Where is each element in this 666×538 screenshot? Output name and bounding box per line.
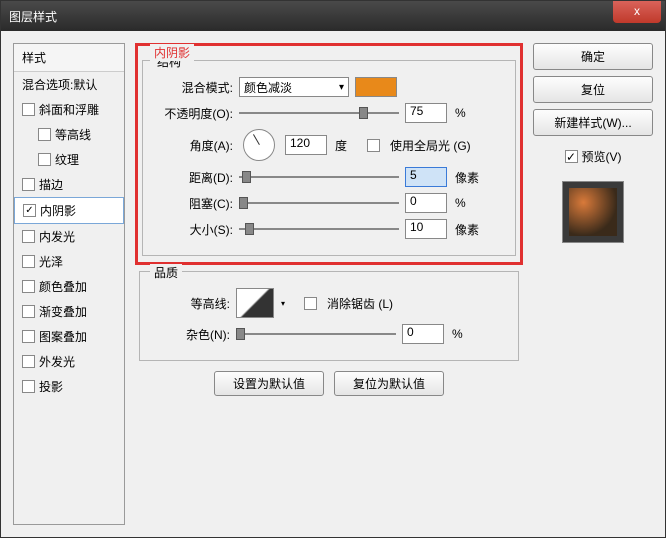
ok-button[interactable]: 确定: [533, 43, 653, 70]
angle-label: 角度(A):: [151, 137, 233, 154]
angle-dial[interactable]: [243, 129, 275, 161]
reset-default-button[interactable]: 复位为默认值: [334, 371, 444, 396]
chevron-down-icon: ▾: [339, 82, 344, 93]
distance-unit: 像素: [455, 169, 479, 186]
window-title: 图层样式: [9, 8, 657, 25]
checkbox[interactable]: [22, 255, 35, 268]
make-default-button[interactable]: 设置为默认值: [214, 371, 324, 396]
sidebar-item-bevel[interactable]: 斜面和浮雕: [14, 97, 124, 122]
contour-label: 等高线:: [148, 295, 230, 312]
titlebar: 图层样式 x: [1, 1, 665, 31]
checkbox[interactable]: [22, 280, 35, 293]
sidebar-item-inner-shadow[interactable]: ✓内阴影: [14, 197, 124, 224]
sidebar-blend-options[interactable]: 混合选项:默认: [14, 72, 124, 97]
sidebar-item-satin[interactable]: 光泽: [14, 249, 124, 274]
section-title: 内阴影: [150, 44, 194, 61]
distance-label: 距离(D):: [151, 169, 233, 186]
opacity-input[interactable]: 75: [405, 103, 447, 123]
new-style-button[interactable]: 新建样式(W)...: [533, 109, 653, 136]
angle-unit: 度: [335, 137, 347, 154]
checkbox[interactable]: [38, 128, 51, 141]
checkbox[interactable]: [22, 330, 35, 343]
noise-input[interactable]: 0: [402, 324, 444, 344]
color-swatch[interactable]: [355, 77, 397, 97]
distance-slider[interactable]: [239, 169, 399, 185]
preview-thumbnail: [562, 181, 624, 243]
antialias-checkbox[interactable]: [304, 297, 317, 310]
choke-input[interactable]: 0: [405, 193, 447, 213]
opacity-label: 不透明度(O):: [151, 105, 233, 122]
checkbox[interactable]: [22, 178, 35, 191]
choke-slider[interactable]: [239, 195, 399, 211]
close-icon: x: [634, 4, 640, 18]
antialias-label: 消除锯齿 (L): [327, 295, 393, 312]
sidebar-item-contour[interactable]: 等高线: [14, 122, 124, 147]
contour-picker[interactable]: ▾: [236, 288, 274, 318]
preview-row: ✓ 预览(V): [533, 148, 653, 165]
sidebar-item-color-overlay[interactable]: 颜色叠加: [14, 274, 124, 299]
chevron-down-icon: ▾: [281, 299, 285, 308]
angle-input[interactable]: 120: [285, 135, 327, 155]
sidebar-item-texture[interactable]: 纹理: [14, 147, 124, 172]
choke-unit: %: [455, 196, 466, 210]
checkbox[interactable]: [22, 230, 35, 243]
preview-checkbox[interactable]: ✓: [565, 150, 578, 163]
opacity-unit: %: [455, 106, 466, 120]
global-light-checkbox[interactable]: [367, 139, 380, 152]
quality-legend: 品质: [150, 264, 182, 281]
right-column: 确定 复位 新建样式(W)... ✓ 预览(V): [533, 43, 653, 525]
noise-slider[interactable]: [236, 326, 396, 342]
global-light-label: 使用全局光 (G): [390, 137, 471, 154]
sidebar-item-gradient-overlay[interactable]: 渐变叠加: [14, 299, 124, 324]
checkbox[interactable]: [22, 305, 35, 318]
size-slider[interactable]: [239, 221, 399, 237]
inner-shadow-highlight: 内阴影 结构 混合模式: 颜色减淡▾ 不透明度(O): 75 %: [135, 43, 523, 265]
checkbox[interactable]: [22, 380, 35, 393]
distance-input[interactable]: 5: [405, 167, 447, 187]
checkbox[interactable]: [22, 103, 35, 116]
checkbox[interactable]: [22, 355, 35, 368]
sidebar-item-outer-glow[interactable]: 外发光: [14, 349, 124, 374]
sidebar-item-drop-shadow[interactable]: 投影: [14, 374, 124, 399]
main-panel: 内阴影 结构 混合模式: 颜色减淡▾ 不透明度(O): 75 %: [135, 43, 523, 525]
size-unit: 像素: [455, 221, 479, 238]
styles-sidebar: 样式 混合选项:默认 斜面和浮雕 等高线 纹理 描边 ✓内阴影 内发光 光泽 颜…: [13, 43, 125, 525]
blend-mode-label: 混合模式:: [151, 79, 233, 96]
noise-unit: %: [452, 327, 463, 341]
sidebar-header: 样式: [14, 44, 124, 72]
preview-label: 预览(V): [582, 148, 622, 165]
cancel-button[interactable]: 复位: [533, 76, 653, 103]
structure-fieldset: 结构 混合模式: 颜色减淡▾ 不透明度(O): 75 % 角度(A):: [142, 60, 516, 256]
size-input[interactable]: 10: [405, 219, 447, 239]
opacity-slider[interactable]: [239, 105, 399, 121]
choke-label: 阻塞(C):: [151, 195, 233, 212]
sidebar-item-stroke[interactable]: 描边: [14, 172, 124, 197]
noise-label: 杂色(N):: [148, 326, 230, 343]
blend-mode-select[interactable]: 颜色减淡▾: [239, 77, 349, 97]
sidebar-item-pattern-overlay[interactable]: 图案叠加: [14, 324, 124, 349]
checkbox[interactable]: ✓: [23, 204, 36, 217]
sidebar-item-inner-glow[interactable]: 内发光: [14, 224, 124, 249]
size-label: 大小(S):: [151, 221, 233, 238]
close-button[interactable]: x: [613, 1, 661, 23]
quality-fieldset: 品质 等高线: ▾ 消除锯齿 (L) 杂色(N): 0 %: [139, 271, 519, 361]
checkbox[interactable]: [38, 153, 51, 166]
